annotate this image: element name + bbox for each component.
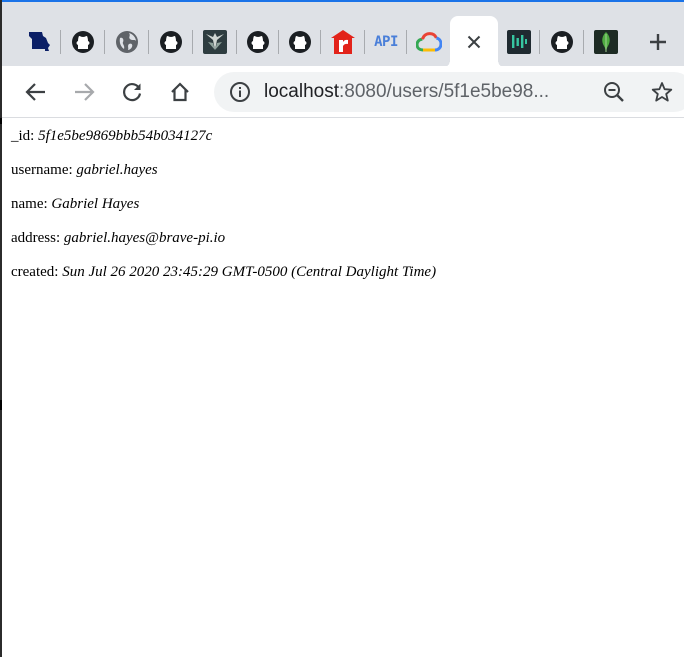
reload-icon: [123, 83, 142, 102]
field-value: 5f1e5be9869bbb54b034127c: [38, 128, 213, 144]
field-created: created: Sun Jul 26 2020 23:45:29 GMT-05…: [11, 264, 436, 281]
tab-active-current[interactable]: [442, 16, 506, 68]
tab-google-cloud[interactable]: [407, 18, 450, 66]
home-icon: [171, 82, 189, 102]
new-tab-button[interactable]: +: [640, 24, 676, 60]
missouri-state-icon: [26, 29, 52, 55]
field-value: gabriel.hayes: [76, 162, 158, 178]
window-left-edge: [0, 0, 2, 657]
plus-icon: [650, 34, 666, 50]
tab-globe[interactable]: [105, 18, 149, 66]
api-icon: API: [374, 34, 398, 50]
reload-button[interactable]: [114, 74, 150, 110]
globe-icon: [114, 29, 140, 55]
arrow-right-icon: [75, 83, 95, 101]
field-value: Sun Jul 26 2020 23:45:29 GMT-0500 (Centr…: [62, 264, 437, 280]
winged-logo-icon: [202, 29, 228, 55]
url-path: :8080/users/5f1e5be98...: [339, 81, 550, 102]
arrow-left-icon: [25, 83, 45, 101]
tab-strip: API +: [0, 0, 684, 68]
github-icon: [70, 29, 96, 55]
close-icon[interactable]: [461, 29, 487, 55]
google-cloud-icon: [415, 29, 442, 55]
field-label: address:: [11, 230, 61, 246]
github-icon: [287, 29, 313, 55]
field-label: name:: [11, 196, 48, 212]
field-value: gabriel.hayes@brave-pi.io: [63, 230, 226, 246]
github-icon: [549, 29, 575, 55]
edge-mark: [0, 118, 2, 124]
tab-github-5[interactable]: [540, 18, 584, 66]
tab-api[interactable]: API: [365, 18, 407, 66]
tab-red-r[interactable]: [321, 18, 365, 66]
edge-mark: [0, 400, 2, 410]
home-button[interactable]: [162, 74, 198, 110]
github-icon: [245, 29, 271, 55]
back-button[interactable]: [18, 74, 54, 110]
field-address: address: gabriel.hayes@brave-pi.io: [11, 230, 225, 247]
tab-github-1[interactable]: [61, 18, 105, 66]
tab-mongodb[interactable]: [584, 18, 628, 66]
zoom-out-icon[interactable]: [600, 78, 628, 106]
mongodb-leaf-icon: [593, 29, 619, 55]
red-r-logo-icon: [330, 29, 356, 55]
tab-github-2[interactable]: [149, 18, 193, 66]
teal-bars-icon: [506, 29, 532, 55]
field-label: _id:: [11, 128, 35, 144]
info-icon[interactable]: [228, 80, 252, 104]
field-name: name: Gabriel Hayes: [11, 196, 139, 213]
address-bar[interactable]: localhost:8080/users/5f1e5be98...: [214, 72, 684, 112]
tab-teal-bars[interactable]: [498, 18, 540, 66]
forward-button[interactable]: [66, 74, 102, 110]
field-value: Gabriel Hayes: [51, 196, 140, 212]
field-id: _id: 5f1e5be9869bbb54b034127c: [11, 128, 212, 145]
url-host: localhost: [264, 81, 339, 102]
browser-toolbar: localhost:8080/users/5f1e5be98...: [0, 66, 684, 118]
field-label: username:: [11, 162, 73, 178]
github-icon: [158, 29, 184, 55]
bookmark-star-icon[interactable]: [648, 78, 676, 106]
tab-github-4[interactable]: [279, 18, 321, 66]
tab-missouri[interactable]: [16, 18, 61, 66]
field-label: created:: [11, 264, 59, 280]
tab-winged-logo[interactable]: [193, 18, 237, 66]
field-username: username: gabriel.hayes: [11, 162, 158, 179]
tab-github-3[interactable]: [237, 18, 279, 66]
url-text[interactable]: localhost:8080/users/5f1e5be98...: [264, 72, 549, 112]
